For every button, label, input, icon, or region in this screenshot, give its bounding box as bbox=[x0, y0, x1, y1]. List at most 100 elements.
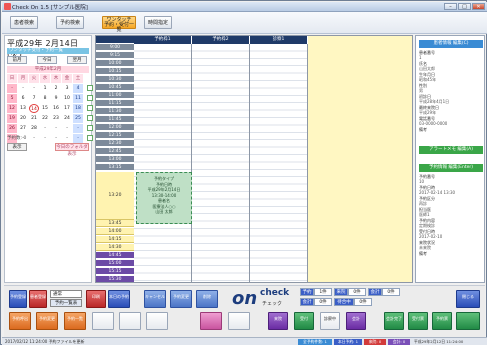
time-slot[interactable]: 10:00 bbox=[96, 60, 134, 68]
reservation-info-header[interactable]: 予約情報 編集(Enter) bbox=[419, 164, 483, 172]
today-reservation-button[interactable]: 本日の予約 bbox=[108, 290, 130, 308]
calendar-day[interactable]: 19 bbox=[7, 114, 17, 123]
time-slot[interactable]: 12:00 bbox=[96, 124, 134, 132]
empty-button-3[interactable] bbox=[146, 312, 168, 330]
calendar-day[interactable]: 8 bbox=[40, 94, 50, 103]
calendar-day[interactable]: 4 bbox=[73, 84, 83, 93]
time-slot[interactable]: 13:15 bbox=[96, 164, 134, 172]
time-slot[interactable]: 12:30 bbox=[96, 140, 134, 148]
time-slot[interactable]: 14:30 bbox=[96, 244, 134, 252]
reservation-search-button[interactable]: 予約検索 bbox=[56, 16, 84, 29]
time-slot[interactable]: 11:45 bbox=[96, 116, 134, 124]
billing-button[interactable]: 会計 bbox=[346, 312, 366, 330]
week-checkbox[interactable] bbox=[87, 105, 93, 111]
empty-button-2[interactable] bbox=[119, 312, 141, 330]
calendar-day[interactable]: 23 bbox=[51, 114, 61, 123]
reservation-slip-button[interactable]: 予約票 bbox=[432, 312, 452, 330]
next-month-button[interactable]: 翌月 bbox=[67, 56, 87, 64]
empty-button-1[interactable] bbox=[92, 312, 114, 330]
time-slot[interactable]: 14:00 bbox=[96, 228, 134, 236]
calendar-day[interactable]: 12 bbox=[7, 104, 17, 113]
close-button-blue[interactable]: 閉じる bbox=[456, 290, 480, 308]
time-slot[interactable]: 12:15 bbox=[96, 132, 134, 140]
week-checkbox[interactable] bbox=[87, 115, 93, 121]
calendar-day[interactable]: 1 bbox=[40, 84, 50, 93]
reception-slip-button[interactable]: 受付票 bbox=[408, 312, 428, 330]
time-slot[interactable]: 13:00 bbox=[96, 156, 134, 164]
print-button[interactable]: 印刷 bbox=[86, 290, 106, 308]
calendar-day[interactable]: 26 bbox=[7, 124, 17, 133]
time-slot[interactable]: 15:30 bbox=[96, 276, 134, 282]
calendar-day[interactable]: 11 bbox=[73, 94, 83, 103]
schedule-column-1[interactable] bbox=[134, 44, 192, 282]
week-checkbox[interactable] bbox=[87, 125, 93, 131]
calendar-day[interactable]: 25 bbox=[73, 114, 83, 123]
cancel-button[interactable]: キャンセル bbox=[144, 290, 166, 308]
time-slot[interactable]: 11:30 bbox=[96, 108, 134, 116]
week-checkbox[interactable] bbox=[87, 85, 93, 91]
mode-dropdown[interactable]: 通常 bbox=[50, 290, 82, 298]
change-reservation-button[interactable]: 予約変更 bbox=[170, 290, 192, 308]
calendar-day[interactable]: 2 bbox=[51, 84, 61, 93]
reception-button[interactable]: 受付 bbox=[294, 312, 314, 330]
minimize-button[interactable]: – bbox=[444, 3, 457, 10]
alert-memo-header[interactable]: アラートメモ 編集(A) bbox=[419, 146, 483, 154]
today-folder-button[interactable]: 今日のフォルダ表示 bbox=[55, 143, 89, 157]
delete-button[interactable]: 削除 bbox=[196, 290, 218, 308]
reservation-list-print-button[interactable]: 予約一覧表 bbox=[50, 299, 82, 307]
time-slot[interactable]: 15:00 bbox=[96, 260, 134, 268]
schedule-column-2[interactable] bbox=[192, 44, 250, 282]
appointment-block[interactable]: 予約タイプ 予約日時 平成29年2月14日 13:30-14:00 患者名 医療法人○○ 山… bbox=[136, 172, 192, 224]
calendar-day[interactable]: 9 bbox=[51, 94, 61, 103]
week-checkbox[interactable] bbox=[87, 95, 93, 101]
time-slot[interactable]: 13:20 bbox=[96, 172, 134, 220]
arrived-button[interactable]: 来院 bbox=[268, 312, 288, 330]
calendar-day[interactable]: 13 bbox=[18, 104, 28, 113]
schedule-column-3[interactable] bbox=[250, 44, 308, 282]
close-button[interactable]: ✕ bbox=[472, 3, 485, 10]
time-slot[interactable]: 12:45 bbox=[96, 148, 134, 156]
time-slot[interactable]: 14:45 bbox=[96, 252, 134, 260]
calendar-day[interactable]: 22 bbox=[40, 114, 50, 123]
time-slot[interactable]: 11:15 bbox=[96, 100, 134, 108]
maximize-button[interactable]: □ bbox=[458, 3, 471, 10]
today-button[interactable]: 今日 bbox=[37, 56, 57, 64]
reservation-register-button[interactable]: 予約登録 bbox=[9, 290, 27, 308]
calendar-day[interactable]: 28 bbox=[29, 124, 39, 133]
reservation-list-button[interactable]: 予約一覧 bbox=[64, 312, 86, 330]
calendar-day[interactable]: 24 bbox=[62, 114, 72, 123]
in-exam-button[interactable]: 診察中 bbox=[320, 312, 340, 330]
empty-button-4[interactable] bbox=[228, 312, 250, 330]
time-setting-button[interactable]: 時間指定 bbox=[144, 16, 172, 29]
time-slot[interactable]: 13:45 bbox=[96, 220, 134, 228]
calendar-day[interactable]: 17 bbox=[62, 104, 72, 113]
calendar-day[interactable]: 5 bbox=[7, 94, 17, 103]
pink-button[interactable] bbox=[200, 312, 222, 330]
time-slot[interactable]: 14:15 bbox=[96, 236, 134, 244]
week-checkbox[interactable] bbox=[87, 135, 93, 141]
calendar-day[interactable]: 16 bbox=[51, 104, 61, 113]
show-button[interactable]: 表示 bbox=[7, 143, 27, 151]
calendar-day[interactable]: 20 bbox=[18, 114, 28, 123]
calendar-day[interactable]: 21 bbox=[29, 114, 39, 123]
patient-info-header[interactable]: 患者情報 編集(C) bbox=[419, 40, 483, 48]
reservation-list-tab[interactable]: ワンタッチ 予約・受付一覧 bbox=[102, 16, 136, 33]
calendar-day[interactable]: 7 bbox=[29, 94, 39, 103]
calendar-day[interactable]: 10 bbox=[62, 94, 72, 103]
calendar-day[interactable]: 27 bbox=[18, 124, 28, 133]
calendar-day[interactable]: 6 bbox=[18, 94, 28, 103]
time-slot[interactable]: 9:00 bbox=[96, 44, 134, 52]
time-slot[interactable]: 11:00 bbox=[96, 92, 134, 100]
time-slot[interactable]: 15:15 bbox=[96, 268, 134, 276]
time-slot[interactable]: 10:45 bbox=[96, 84, 134, 92]
calendar-day[interactable]: 15 bbox=[40, 104, 50, 113]
reservation-call-button[interactable]: 予約呼出 bbox=[9, 312, 31, 330]
time-slot[interactable]: 9:15 bbox=[96, 52, 134, 60]
time-slot[interactable]: 10:15 bbox=[96, 68, 134, 76]
reservation-change-button[interactable]: 予約変更 bbox=[36, 312, 58, 330]
calendar-day[interactable]: 18 bbox=[73, 104, 83, 113]
calendar-day[interactable]: 3 bbox=[62, 84, 72, 93]
time-slot[interactable]: 10:30 bbox=[96, 76, 134, 84]
calendar-day[interactable]: 14 bbox=[29, 104, 39, 113]
patient-search-button[interactable]: 患者検索 bbox=[10, 16, 38, 29]
